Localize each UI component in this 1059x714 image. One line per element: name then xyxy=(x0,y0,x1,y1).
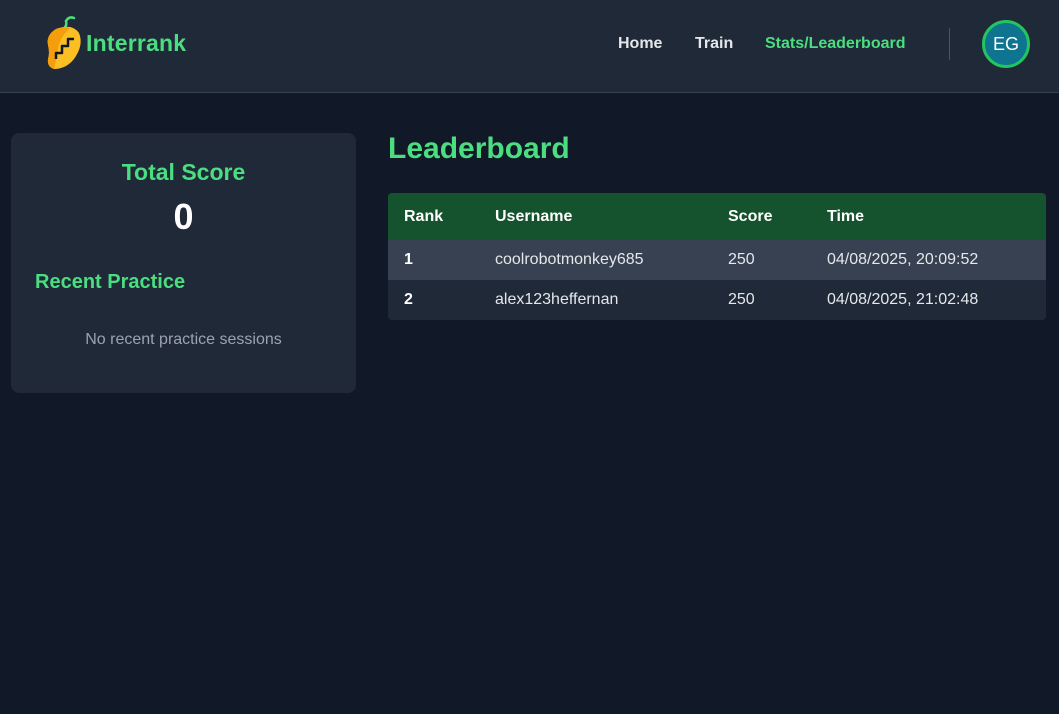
leaderboard-table: Rank Username Score Time 1 coolrobotmonk… xyxy=(388,193,1046,320)
avatar-initials: EG xyxy=(992,33,1019,54)
column-header-score: Score xyxy=(728,207,773,225)
username-cell: alex123heffernan xyxy=(495,291,619,308)
nav-train[interactable]: Train xyxy=(695,33,733,55)
mango-logo-icon xyxy=(47,16,81,69)
nav-divider xyxy=(949,28,950,60)
table-row: 1 coolrobotmonkey685 250 04/08/2025, 20:… xyxy=(388,240,1046,280)
table-row: 2 alex123heffernan 250 04/08/2025, 21:02… xyxy=(388,280,1046,320)
recent-practice-heading: Recent Practice xyxy=(35,271,186,293)
score-cell: 250 xyxy=(728,291,755,308)
brand-name: Interrank xyxy=(86,29,187,56)
rank-cell: 1 xyxy=(404,251,413,268)
brand-logo[interactable]: Interrank xyxy=(44,14,186,72)
table-header-row: Rank Username Score Time xyxy=(388,193,1046,240)
rank-cell: 2 xyxy=(404,291,413,308)
nav-stats-leaderboard[interactable]: Stats/Leaderboard xyxy=(765,33,905,55)
column-header-username: Username xyxy=(495,207,573,225)
top-nav-bar: Interrank Home Train Stats/Leaderboard E… xyxy=(0,0,1059,93)
time-cell: 04/08/2025, 20:09:52 xyxy=(827,251,979,268)
total-score-value: 0 xyxy=(173,196,194,237)
stats-card: Total Score 0 Recent Practice No recent … xyxy=(11,133,356,393)
column-header-rank: Rank xyxy=(404,207,444,225)
username-cell: coolrobotmonkey685 xyxy=(495,251,644,268)
total-score-label: Total Score xyxy=(121,159,246,185)
leaderboard-title: Leaderboard xyxy=(388,132,570,165)
score-cell: 250 xyxy=(728,251,755,268)
recent-practice-empty-text: No recent practice sessions xyxy=(85,331,282,348)
column-header-time: Time xyxy=(827,207,865,225)
time-cell: 04/08/2025, 21:02:48 xyxy=(827,291,979,308)
user-avatar[interactable]: EG xyxy=(982,20,1030,68)
nav-home[interactable]: Home xyxy=(618,33,662,55)
